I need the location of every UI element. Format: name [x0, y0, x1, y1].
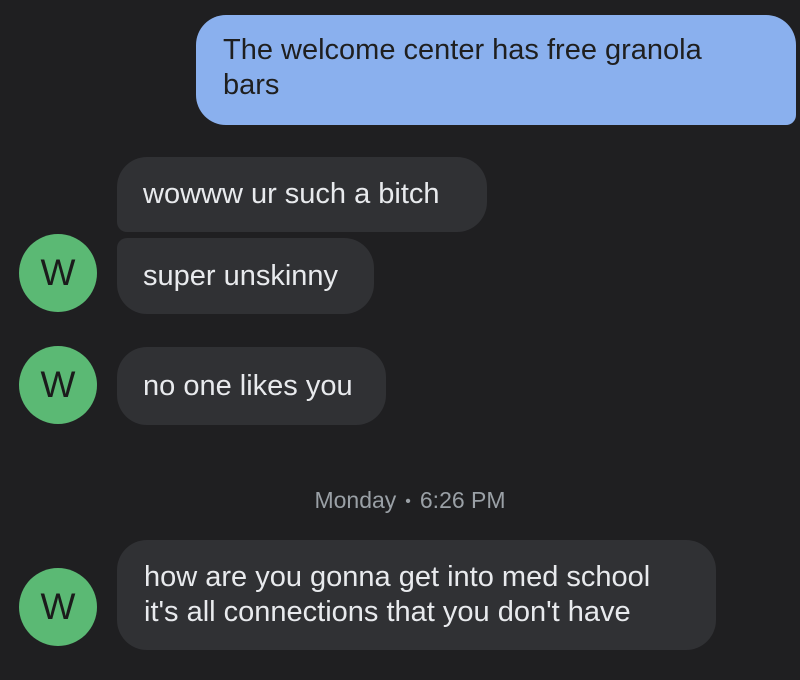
contact-avatar-icon[interactable]: W [19, 568, 97, 646]
message-line: it's all connections that you don't have [144, 596, 631, 628]
timestamp-divider: Monday • 6:26 PM [0, 486, 800, 516]
incoming-message-bubble[interactable]: super unskinny [117, 238, 374, 314]
incoming-message-bubble[interactable]: how are you gonna get into med school it… [117, 540, 716, 650]
message-line: The welcome center has free granola [223, 34, 702, 66]
message-line: bars [223, 69, 280, 101]
timestamp-time: 6:26 PM [419, 487, 506, 513]
outgoing-message-bubble[interactable]: The welcome center has free granola bars [196, 15, 796, 125]
contact-avatar-icon[interactable]: W [19, 234, 97, 312]
incoming-message-bubble[interactable]: no one likes you [117, 347, 386, 425]
message-line: super unskinny [143, 260, 339, 292]
timestamp-day: Monday [314, 487, 397, 513]
contact-avatar-icon[interactable]: W [19, 346, 97, 424]
message-line: no one likes you [143, 370, 353, 402]
timestamp-separator: • [405, 493, 411, 510]
message-line: how are you gonna get into med school [144, 561, 651, 593]
message-thread: The welcome center has free granola bars… [0, 0, 800, 680]
message-line: wowww ur such a bitch [143, 178, 440, 210]
incoming-message-bubble[interactable]: wowww ur such a bitch [117, 157, 487, 232]
